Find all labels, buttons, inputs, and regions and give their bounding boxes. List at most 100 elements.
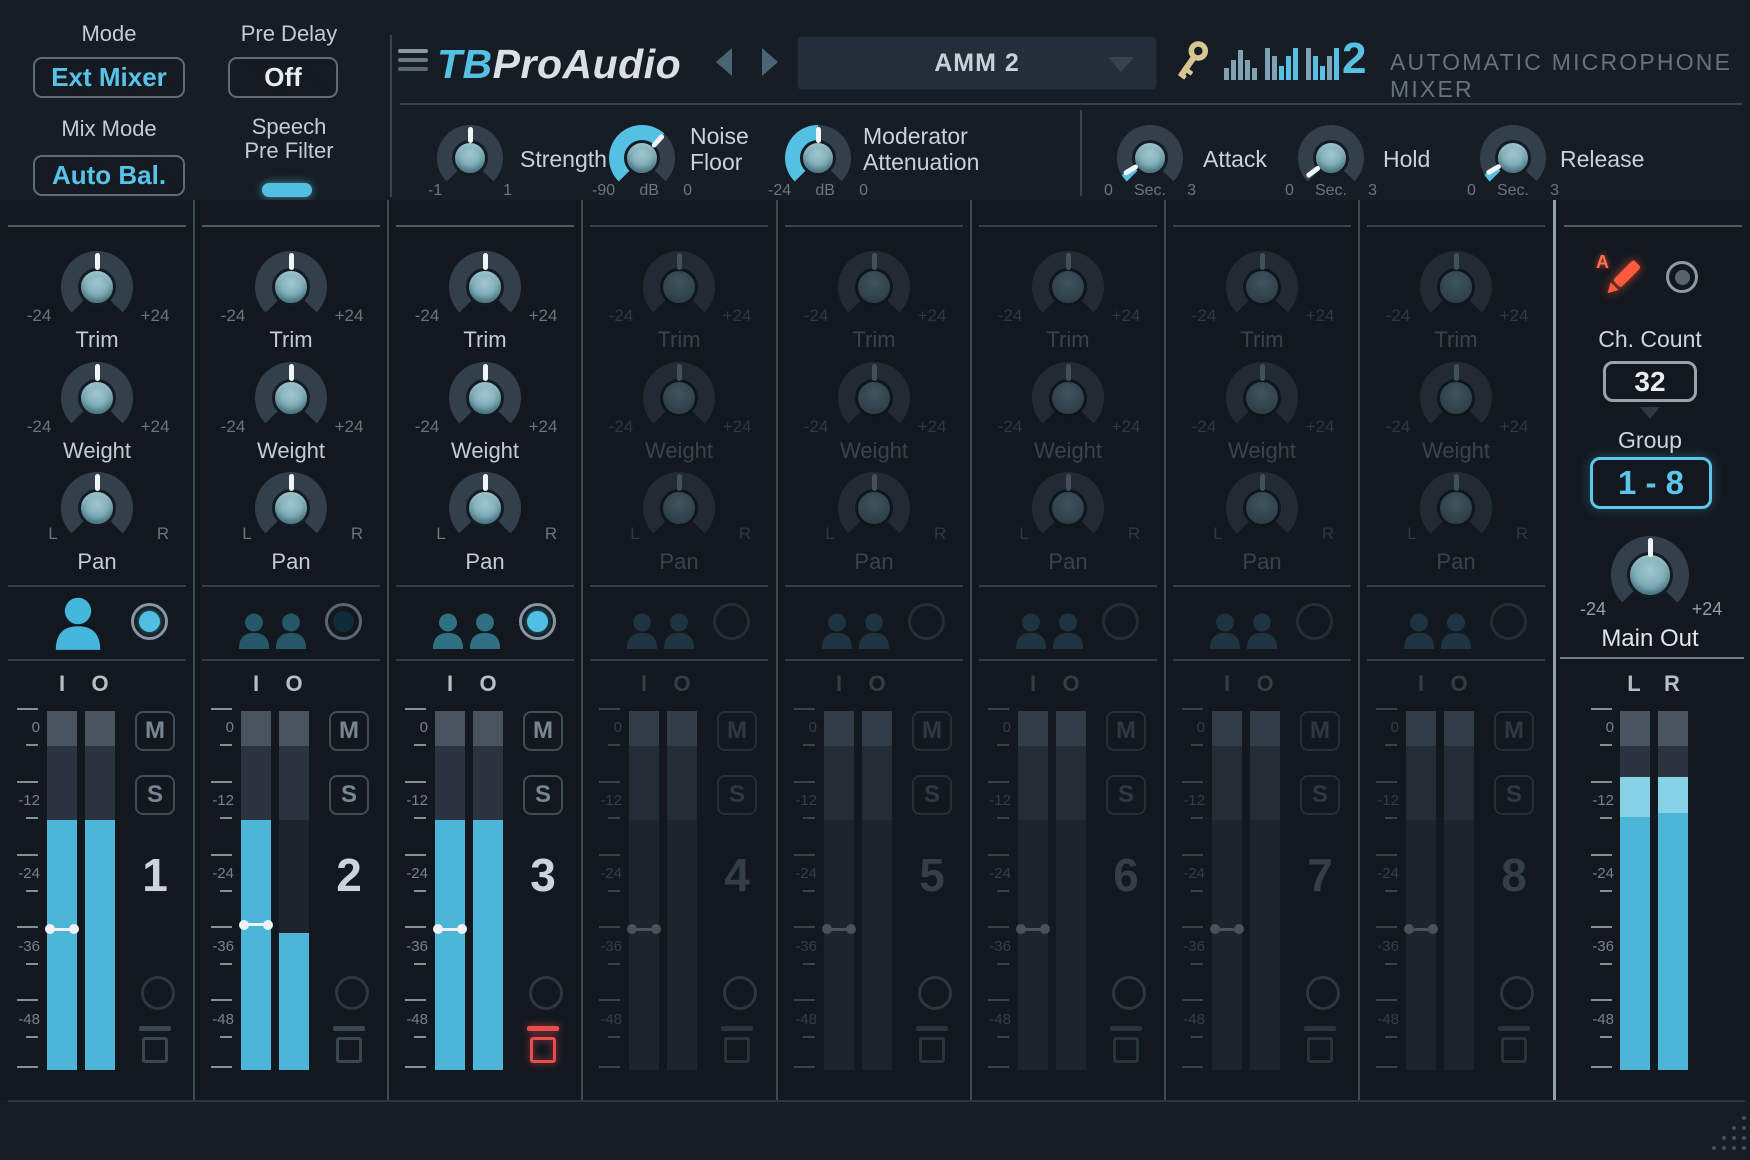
meter-tick	[794, 1066, 815, 1068]
stop-bar	[139, 1026, 171, 1031]
solo-button[interactable]: S	[329, 775, 369, 815]
stop-square	[1113, 1037, 1139, 1063]
marker-dot-right	[846, 924, 856, 934]
input-meter-segment	[241, 820, 271, 1070]
moderator-attenuation-knob-cap	[800, 140, 836, 176]
mute-button[interactable]: M	[912, 711, 952, 751]
meter-tick-label: -24	[1363, 865, 1399, 882]
auto-write-pencil-icon[interactable]: A	[1596, 252, 1644, 302]
meter-tick-label: -36	[1578, 938, 1614, 955]
meter-tick	[794, 781, 815, 783]
stop-bar	[1304, 1026, 1336, 1031]
meter-tick	[220, 744, 232, 746]
mute-button[interactable]: M	[329, 711, 369, 751]
group-button[interactable]: 1 - 8	[1590, 457, 1712, 509]
channel-number: 6	[1091, 848, 1161, 902]
release-scale: 0Sec.3	[1467, 182, 1559, 200]
output-meter	[279, 711, 309, 1070]
stop-bar	[1498, 1026, 1530, 1031]
solo-button[interactable]: S	[717, 775, 757, 815]
master-indicator-inner	[1675, 270, 1690, 285]
mute-button[interactable]: M	[523, 711, 563, 751]
mute-button[interactable]: M	[1494, 711, 1534, 751]
stop-button[interactable]	[139, 1026, 171, 1066]
solo-button[interactable]: S	[1300, 775, 1340, 815]
marker-dot-right	[457, 924, 467, 934]
mute-button[interactable]: M	[1300, 711, 1340, 751]
stop-button[interactable]	[527, 1026, 559, 1066]
meter-tick	[17, 708, 38, 710]
channel-status-circle[interactable]	[723, 976, 757, 1010]
gate-threshold-marker[interactable]	[824, 923, 854, 935]
marker-dot-right	[1040, 924, 1050, 934]
gate-threshold-marker[interactable]	[1212, 923, 1242, 935]
gate-threshold-marker[interactable]	[47, 923, 77, 935]
gate-threshold-marker[interactable]	[1406, 923, 1436, 935]
meter-tick	[211, 1066, 232, 1068]
solo-button[interactable]: S	[1494, 775, 1534, 815]
solo-button[interactable]: S	[135, 775, 175, 815]
mute-button[interactable]: M	[717, 711, 757, 751]
stop-button[interactable]	[333, 1026, 365, 1066]
gate-threshold-marker[interactable]	[1018, 923, 1048, 935]
stop-bar	[333, 1026, 365, 1031]
release-knob-cap	[1495, 140, 1531, 176]
gate-threshold-marker[interactable]	[435, 923, 465, 935]
channel-number: 3	[508, 848, 578, 902]
channel-status-circle[interactable]	[335, 976, 369, 1010]
meter-tick	[26, 744, 38, 746]
meter-tick-label: -24	[781, 865, 817, 882]
channel-status-circle[interactable]	[1500, 976, 1534, 1010]
stop-bar	[527, 1026, 559, 1031]
channel-status-circle[interactable]	[1306, 976, 1340, 1010]
stop-button[interactable]	[1110, 1026, 1142, 1066]
output-meter-segment	[1444, 746, 1474, 820]
gate-threshold-marker[interactable]	[241, 919, 271, 931]
meter-tick	[988, 854, 1009, 856]
stop-button[interactable]	[1498, 1026, 1530, 1066]
grip-dot	[1712, 1146, 1716, 1150]
stop-square	[530, 1037, 556, 1063]
meter-tick-label: -12	[781, 792, 817, 809]
master-indicator-radio[interactable]	[1666, 261, 1698, 293]
gate-threshold-marker[interactable]	[629, 923, 659, 935]
channel-status-circle[interactable]	[1112, 976, 1146, 1010]
meter-tick-label: -12	[1169, 792, 1205, 809]
bottom-rule	[8, 1100, 1745, 1102]
meter-tick	[26, 963, 38, 965]
solo-button[interactable]: S	[1106, 775, 1146, 815]
main-out-knob[interactable]	[1611, 536, 1689, 614]
meter-tick	[1600, 1036, 1612, 1038]
channel-number: 7	[1285, 848, 1355, 902]
solo-button[interactable]: S	[912, 775, 952, 815]
meter-tick	[1385, 1036, 1397, 1038]
strength-scale-item: 1	[503, 182, 512, 200]
ch-count-button[interactable]: 32	[1603, 361, 1697, 402]
channel-status-circle[interactable]	[141, 976, 175, 1010]
channel-status-circle[interactable]	[918, 976, 952, 1010]
meter-tick	[405, 926, 426, 928]
meter-tick	[1182, 926, 1203, 928]
input-meter	[1018, 711, 1048, 1070]
stop-button[interactable]	[916, 1026, 948, 1066]
meter-tick-label: 0	[1363, 719, 1399, 736]
channel-status-circle[interactable]	[529, 976, 563, 1010]
main-meter-left-segment	[1620, 777, 1650, 817]
meter-tick-label: -48	[198, 1011, 234, 1028]
mute-button[interactable]: M	[135, 711, 175, 751]
mute-button[interactable]: M	[1106, 711, 1146, 751]
meter-tick-label: -36	[198, 938, 234, 955]
meter-tick	[803, 1036, 815, 1038]
solo-button[interactable]: S	[523, 775, 563, 815]
channel-number: 5	[897, 848, 967, 902]
grip-dot	[1722, 1136, 1726, 1140]
meter-tick-label: 0	[4, 719, 40, 736]
stop-button[interactable]	[1304, 1026, 1336, 1066]
output-meter-segment	[1250, 746, 1280, 820]
stop-button[interactable]	[721, 1026, 753, 1066]
input-meter-segment	[241, 711, 271, 746]
output-meter-segment	[85, 746, 115, 820]
meter-tick	[1191, 744, 1203, 746]
channel-number: 8	[1479, 848, 1549, 902]
meter-tick	[17, 854, 38, 856]
